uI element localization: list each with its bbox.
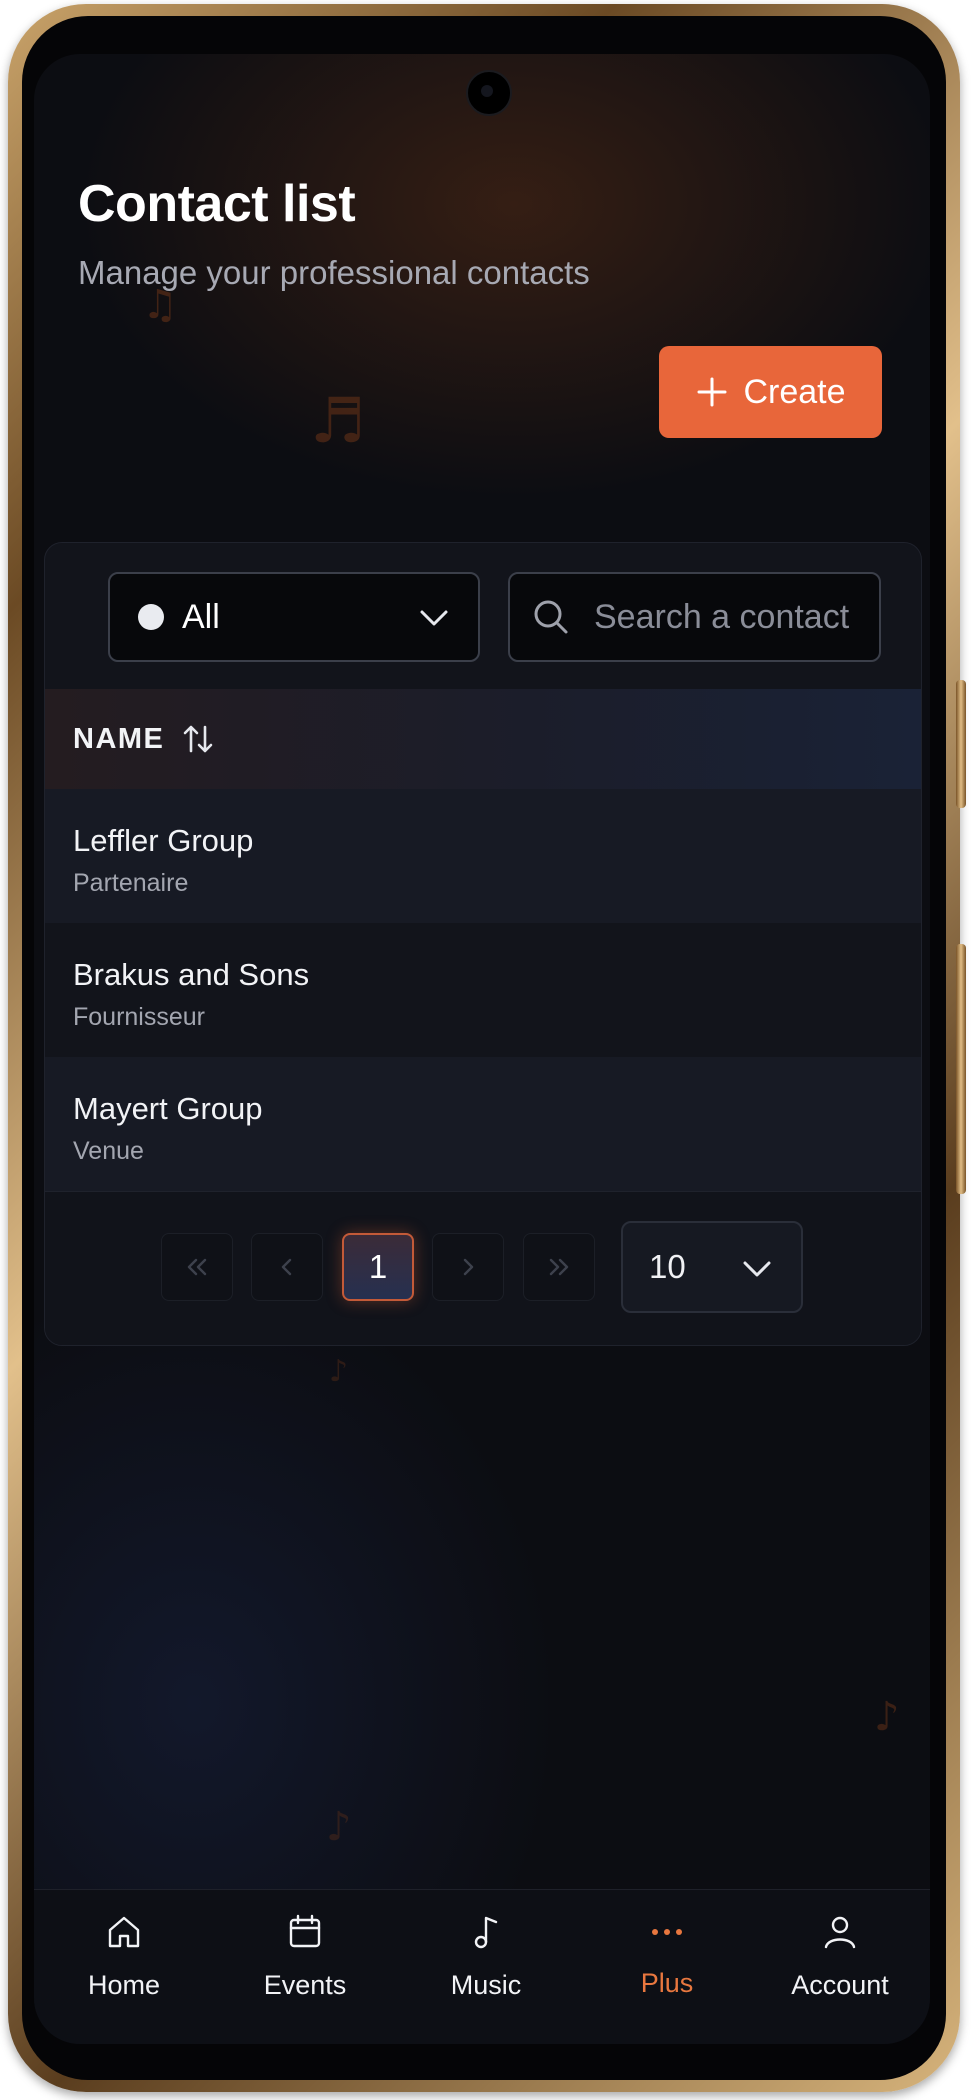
first-page-button[interactable]	[161, 1233, 233, 1301]
search-input[interactable]	[592, 596, 856, 638]
contact-name: Mayert Group	[73, 1091, 263, 1126]
music-note-decoration: ♪	[874, 1694, 900, 1740]
contact-name: Brakus and Sons	[73, 957, 310, 992]
chevron-right-icon	[463, 1258, 474, 1276]
page-subtitle: Manage your professional contacts	[78, 254, 590, 291]
nav-label: Account	[791, 1970, 889, 2000]
plus-icon	[697, 377, 727, 407]
music-note-decoration: ♪	[329, 1354, 349, 1389]
table-row[interactable]: Leffler Group Partenaire	[45, 789, 921, 923]
nav-label: Plus	[640, 1968, 694, 1998]
nav-item-music[interactable]: Music	[396, 1890, 576, 2020]
next-page-button[interactable]	[432, 1233, 504, 1301]
contact-type: Partenaire	[73, 869, 189, 897]
power-button	[956, 944, 966, 1194]
nav-label: Music	[450, 1970, 522, 2000]
nav-item-home[interactable]: Home	[34, 1890, 214, 2020]
music-note-icon	[474, 1916, 498, 1949]
contacts-card: All NAME Leffler Group Partenaire Braku	[44, 542, 922, 1346]
page-title: Contact list	[78, 175, 356, 233]
previous-page-button[interactable]	[251, 1233, 323, 1301]
status-filter-value: All	[182, 597, 220, 636]
bottom-navigation: Home Events Music Plus Account	[34, 1889, 930, 2044]
nav-item-account[interactable]: Account	[750, 1890, 930, 2020]
per-page-select[interactable]: 10	[621, 1221, 803, 1313]
app-screen: ♫ ♬ ♪ ♪ ♪ Contact list Manage your profe…	[34, 54, 930, 2044]
contact-type: Venue	[73, 1137, 144, 1165]
table-row[interactable]: Brakus and Sons Fournisseur	[45, 923, 921, 1057]
home-icon	[108, 1916, 140, 1948]
calendar-icon	[289, 1914, 321, 1948]
nav-label: Home	[87, 1970, 161, 2000]
more-dots-icon	[652, 1929, 682, 1935]
chevrons-right-icon	[549, 1258, 569, 1276]
nav-item-plus[interactable]: Plus	[577, 1890, 757, 2020]
pagination: 1 10	[45, 1191, 921, 1345]
user-icon	[824, 1916, 856, 1949]
name-column-header[interactable]: NAME	[73, 723, 164, 756]
sort-icon[interactable]	[180, 721, 216, 757]
nav-label: Events	[263, 1970, 347, 2000]
contact-name: Leffler Group	[73, 823, 254, 858]
last-page-button[interactable]	[523, 1233, 595, 1301]
table-row[interactable]: Mayert Group Venue	[45, 1057, 921, 1191]
table-header: NAME	[45, 689, 921, 789]
search-icon	[534, 600, 568, 634]
contact-type: Fournisseur	[73, 1003, 205, 1031]
nav-item-events[interactable]: Events	[215, 1890, 395, 2020]
front-camera	[466, 70, 512, 116]
music-note-decoration: ♪	[326, 1804, 352, 1850]
chevron-down-icon	[743, 1261, 771, 1277]
contact-search-field[interactable]	[508, 572, 881, 662]
chevron-left-icon	[281, 1258, 292, 1276]
status-filter-select[interactable]: All	[108, 572, 480, 662]
current-page-button[interactable]: 1	[342, 1233, 414, 1301]
status-dot-icon	[138, 604, 164, 630]
chevron-down-icon	[420, 610, 448, 626]
create-button-label: Create	[743, 372, 846, 411]
volume-button	[956, 680, 966, 808]
music-note-decoration: ♬	[310, 384, 366, 457]
per-page-value: 10	[649, 1248, 686, 1285]
create-contact-button[interactable]: Create	[659, 346, 882, 438]
chevrons-left-icon	[187, 1258, 207, 1276]
